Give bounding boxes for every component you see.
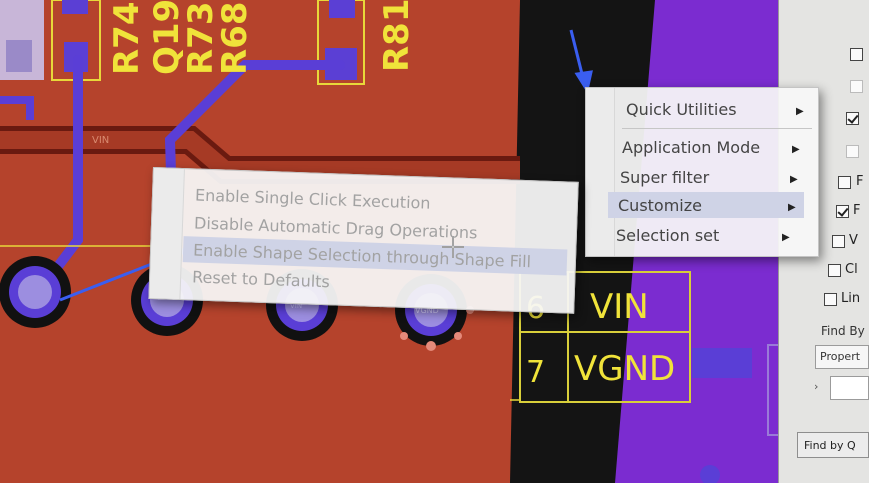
designator-r74: R74 [107, 2, 147, 76]
filter-checkbox[interactable] [824, 293, 837, 306]
pin-name-vgnd: VGND [574, 349, 675, 389]
filter-checkbox[interactable] [838, 176, 851, 189]
menu-item-label: Selection set [616, 226, 720, 245]
submenu-arrow-icon: ▶ [790, 174, 798, 185]
menu-item-reset-defaults[interactable]: Reset to Defaults [192, 267, 330, 291]
submenu-arrow-icon: ▶ [792, 144, 800, 155]
menu-item-label: Enable Shape Selection through Shape Fil… [192, 240, 532, 272]
menu-item-quick-utilities[interactable]: Quick Utilities [626, 100, 737, 119]
pad-strip-fill [6, 40, 32, 72]
menu-item-label: Enable Single Click Execution [194, 185, 431, 213]
pin-number: 7 [526, 355, 545, 390]
chevron-right-icon: › [814, 380, 819, 393]
filter-checkbox[interactable] [832, 235, 845, 248]
pad [62, 0, 88, 14]
pin-name-vin: VIN [590, 287, 649, 327]
customize-submenu: Enable Single Click Execution Disable Au… [148, 167, 579, 314]
context-menu: Quick Utilities ▶ Application Mode ▶ Sup… [585, 87, 819, 257]
filter-checkbox[interactable] [828, 264, 841, 277]
submenu-arrow-icon: ▶ [788, 202, 796, 213]
pad [692, 348, 752, 378]
menu-item-application-mode[interactable]: Application Mode [622, 138, 760, 157]
menu-separator [622, 128, 812, 129]
filter-checkbox[interactable] [846, 145, 859, 158]
find-by-query-button[interactable]: Find by Q [797, 432, 869, 458]
filter-checkbox[interactable] [846, 112, 859, 125]
menu-item-enable-single-click[interactable]: Enable Single Click Execution [195, 185, 431, 212]
filter-checkbox[interactable] [850, 48, 863, 61]
menu-item-label: Super filter [620, 168, 710, 187]
filter-label: Cl [845, 262, 858, 277]
pad [329, 0, 355, 18]
pad-hole [18, 275, 52, 309]
menu-item-super-filter[interactable]: Super filter [620, 168, 709, 187]
submenu-arrow-icon: ▶ [796, 106, 804, 117]
net-label-vin: VIN [92, 135, 109, 146]
menu-item-customize[interactable]: Customize [608, 192, 804, 218]
filter-label: Lin [841, 291, 861, 306]
menu-item-selection-set[interactable]: Selection set [616, 226, 719, 245]
submenu-arrow-icon: ▶ [782, 232, 790, 243]
designator-r68: R68 [215, 2, 255, 76]
property-value-input[interactable] [830, 376, 869, 400]
menu-item-label: Application Mode [622, 138, 761, 157]
designator-r81: R81 [377, 0, 417, 72]
find-by-label: Find By [821, 324, 865, 338]
filter-checkbox[interactable] [836, 205, 849, 218]
filter-label: V [849, 233, 858, 248]
move-cursor-icon [442, 236, 464, 258]
menu-item-label: Customize [618, 196, 702, 215]
menu-gutter [149, 168, 185, 300]
filter-checkbox[interactable] [850, 80, 863, 93]
menu-gutter [586, 88, 615, 256]
filter-label: F [853, 203, 861, 218]
property-select[interactable]: Propert [815, 345, 869, 369]
menu-item-label: Reset to Defaults [191, 267, 331, 292]
menu-item-label: Quick Utilities [626, 100, 737, 119]
filter-label: F [856, 174, 864, 189]
